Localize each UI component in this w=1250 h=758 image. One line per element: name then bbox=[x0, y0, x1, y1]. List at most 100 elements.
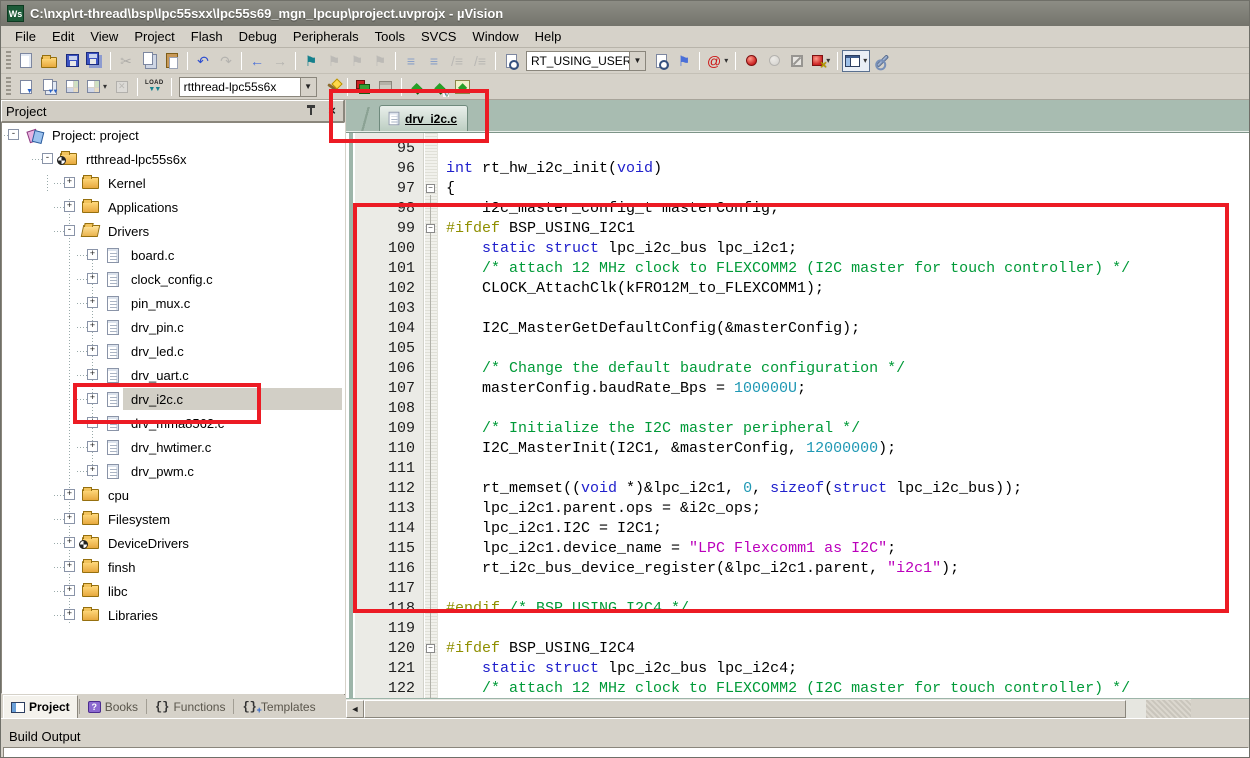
code-line-120[interactable]: #ifdef BSP_USING_I2C4 bbox=[446, 639, 1250, 659]
panel-tab-templates[interactable]: {}Templates bbox=[235, 695, 322, 718]
tree-expander[interactable]: + bbox=[87, 369, 98, 380]
tree-item-drv-pin-c[interactable]: +drv_pin.c bbox=[2, 315, 344, 339]
tree-expander[interactable]: + bbox=[64, 585, 75, 596]
code-line-104[interactable]: I2C_MasterGetDefaultConfig(&masterConfig… bbox=[446, 319, 1250, 339]
panel-tab-books[interactable]: ?Books bbox=[81, 695, 145, 718]
undo-icon[interactable]: ↶ bbox=[192, 50, 214, 72]
tree-expander[interactable]: + bbox=[87, 417, 98, 428]
tree-item-cpu[interactable]: +cpu bbox=[2, 483, 344, 507]
configure-icon[interactable] bbox=[871, 50, 893, 72]
tree-item-drv-led-c[interactable]: +drv_led.c bbox=[2, 339, 344, 363]
scroll-left-arrow-icon[interactable]: ◄ bbox=[346, 700, 364, 718]
code-line-97[interactable]: { bbox=[446, 179, 1250, 199]
save-all-icon[interactable] bbox=[84, 50, 106, 72]
tree-item-libc[interactable]: +libc bbox=[2, 579, 344, 603]
code-line-112[interactable]: rt_memset((void *)&lpc_i2c1, 0, sizeof(s… bbox=[446, 479, 1250, 499]
code-line-110[interactable]: I2C_MasterInit(I2C1, &masterConfig, 1200… bbox=[446, 439, 1250, 459]
manage-project-items-icon[interactable] bbox=[375, 76, 397, 98]
line-number-gutter[interactable]: 9596979899100101102103104105106107108109… bbox=[355, 133, 424, 699]
tree-expander[interactable]: + bbox=[87, 297, 98, 308]
code-line-109[interactable]: /* Initialize the I2C master peripheral … bbox=[446, 419, 1250, 439]
code-line-118[interactable]: #endif /* BSP USING I2C4 */ bbox=[446, 599, 1250, 619]
menu-peripherals[interactable]: Peripherals bbox=[285, 27, 367, 46]
tree-item-drv-mma8562-c[interactable]: +drv_mma8562.c bbox=[2, 411, 344, 435]
code-line-99[interactable]: #ifdef BSP_USING_I2C1 bbox=[446, 219, 1250, 239]
panel-tab-functions[interactable]: {}Functions bbox=[148, 695, 232, 718]
tree-item-drv-uart-c[interactable]: +drv_uart.c bbox=[2, 363, 344, 387]
copy-icon[interactable] bbox=[138, 50, 160, 72]
line-number[interactable]: 102 bbox=[355, 279, 415, 299]
code-fold-strip[interactable]: −−− bbox=[425, 133, 438, 699]
navigate-back-icon[interactable]: ← bbox=[246, 50, 268, 72]
multi-project-workspace-icon[interactable]: ◆ bbox=[452, 76, 474, 98]
search-combo[interactable]: RT_USING_USER_MAI▼ bbox=[526, 51, 646, 71]
pin-icon[interactable] bbox=[305, 105, 317, 117]
tree-expander[interactable]: + bbox=[64, 201, 75, 212]
line-number[interactable]: 103 bbox=[355, 299, 415, 319]
target-combo[interactable]: rtthread-lpc55s6x▼ bbox=[179, 77, 317, 97]
code-pane[interactable]: int rt_hw_i2c_init(void){ i2c_master_con… bbox=[438, 133, 1250, 699]
code-line-95[interactable] bbox=[446, 139, 1250, 159]
line-number[interactable]: 101 bbox=[355, 259, 415, 279]
chevron-down-icon[interactable]: ▼ bbox=[300, 78, 316, 96]
line-number[interactable]: 98 bbox=[355, 199, 415, 219]
code-line-100[interactable]: static struct lpc_i2c_bus lpc_i2c1; bbox=[446, 239, 1250, 259]
code-line-96[interactable]: int rt_hw_i2c_init(void) bbox=[446, 159, 1250, 179]
tree-expander[interactable]: + bbox=[87, 249, 98, 260]
line-number[interactable]: 117 bbox=[355, 579, 415, 599]
code-line-122[interactable]: /* attach 12 MHz clock to FLEXCOMM2 (I2C… bbox=[446, 679, 1250, 699]
editor-tab-drv-i2c[interactable]: drv_i2c.c bbox=[379, 105, 468, 131]
line-number[interactable]: 97 bbox=[355, 179, 415, 199]
line-number[interactable]: 113 bbox=[355, 499, 415, 519]
code-line-113[interactable]: lpc_i2c1.parent.ops = &i2c_ops; bbox=[446, 499, 1250, 519]
tree-item-libraries[interactable]: +Libraries bbox=[2, 603, 344, 627]
paste-icon[interactable] bbox=[161, 50, 183, 72]
line-number[interactable]: 109 bbox=[355, 419, 415, 439]
scrollbar-thumb[interactable] bbox=[364, 700, 1126, 718]
tree-expander[interactable]: + bbox=[64, 609, 75, 620]
menu-project[interactable]: Project bbox=[126, 27, 182, 46]
line-number[interactable]: 107 bbox=[355, 379, 415, 399]
tree-item-rtthread-lpc55s6x[interactable]: -rtthread-lpc55s6x bbox=[2, 147, 344, 171]
fold-marker[interactable]: − bbox=[426, 184, 435, 193]
tree-expander[interactable]: + bbox=[64, 489, 75, 500]
open-file-icon[interactable] bbox=[38, 50, 60, 72]
build-output-content[interactable] bbox=[3, 747, 1249, 758]
insert-breakpoint-icon[interactable] bbox=[740, 50, 762, 72]
line-number[interactable]: 96 bbox=[355, 159, 415, 179]
line-number[interactable]: 104 bbox=[355, 319, 415, 339]
code-line-115[interactable]: lpc_i2c1.device_name = "LPC Flexcomm1 as… bbox=[446, 539, 1250, 559]
tree-item-pin-mux-c[interactable]: +pin_mux.c bbox=[2, 291, 344, 315]
line-number[interactable]: 108 bbox=[355, 399, 415, 419]
code-line-107[interactable]: masterConfig.baudRate_Bps = 100000U; bbox=[446, 379, 1250, 399]
build-output-bar[interactable]: Build Output bbox=[1, 718, 1250, 747]
tree-expander[interactable]: + bbox=[87, 321, 98, 332]
line-number[interactable]: 116 bbox=[355, 559, 415, 579]
code-line-121[interactable]: static struct lpc_i2c_bus lpc_i2c4; bbox=[446, 659, 1250, 679]
tree-expander[interactable]: + bbox=[87, 465, 98, 476]
tree-item-applications[interactable]: +Applications bbox=[2, 195, 344, 219]
tree-expander[interactable]: + bbox=[64, 513, 75, 524]
batch-build-icon[interactable]: ▾ bbox=[84, 76, 110, 98]
code-line-116[interactable]: rt_i2c_bus_device_register(&lpc_i2c1.par… bbox=[446, 559, 1250, 579]
menu-help[interactable]: Help bbox=[527, 27, 570, 46]
kill-all-breakpoints-icon[interactable]: ▾ bbox=[809, 50, 833, 72]
code-line-98[interactable]: i2c_master_config_t masterConfig; bbox=[446, 199, 1250, 219]
tree-item-board-c[interactable]: +board.c bbox=[2, 243, 344, 267]
code-line-119[interactable] bbox=[446, 619, 1250, 639]
toolbar1-grip[interactable] bbox=[6, 51, 11, 71]
tree-item-devicedrivers[interactable]: +DeviceDrivers bbox=[2, 531, 344, 555]
tree-expander[interactable]: + bbox=[87, 345, 98, 356]
tree-expander[interactable]: + bbox=[87, 441, 98, 452]
tree-expander[interactable]: - bbox=[64, 225, 75, 236]
code-line-102[interactable]: CLOCK_AttachClk(kFRO12M_to_FLEXCOMM1); bbox=[446, 279, 1250, 299]
tree-item-finsh[interactable]: +finsh bbox=[2, 555, 344, 579]
find-next-icon[interactable] bbox=[650, 50, 672, 72]
tree-item-kernel[interactable]: +Kernel bbox=[2, 171, 344, 195]
toolbar2-grip[interactable] bbox=[6, 77, 11, 97]
line-number[interactable]: 110 bbox=[355, 439, 415, 459]
tree-item-drv-i2c-c[interactable]: +drv_i2c.c bbox=[2, 387, 344, 411]
find-in-files-icon[interactable] bbox=[500, 50, 522, 72]
window-layout-icon[interactable]: ▾ bbox=[842, 50, 870, 72]
line-number[interactable]: 118 bbox=[355, 599, 415, 619]
